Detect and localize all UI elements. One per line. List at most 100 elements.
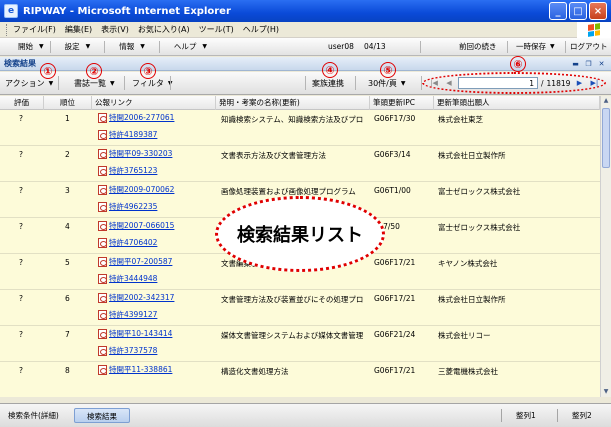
applicant-cell: 株式会社リコー: [438, 331, 491, 340]
status-bar: 検索条件(詳細) 検索結果 整列1 整列2: [0, 403, 611, 427]
panel-minimize-icon[interactable]: ▬: [570, 58, 581, 69]
column-header-link[interactable]: 公報リンク: [92, 96, 216, 110]
chevron-down-icon: ▼: [39, 43, 44, 50]
maximize-button[interactable]: □: [569, 2, 587, 20]
eval-cell[interactable]: ?: [19, 186, 23, 195]
eval-cell[interactable]: ?: [19, 258, 23, 267]
eval-cell[interactable]: ?: [19, 114, 23, 123]
eval-cell[interactable]: ?: [19, 222, 23, 231]
pub-link[interactable]: 特開平07-200587: [98, 256, 172, 267]
ipc-cell: G06F17/21: [374, 366, 416, 375]
patent-number-link[interactable]: 特許4399127: [109, 309, 157, 320]
tab-search-results[interactable]: 検索結果: [74, 408, 130, 423]
filter-menu-button[interactable]: フィルタ ▼: [132, 78, 172, 89]
continue-last-button[interactable]: 前回の続き: [459, 41, 497, 52]
help-menu-button[interactable]: ヘルプ ▼: [160, 40, 221, 54]
publication-link[interactable]: 特開2007-066015: [109, 220, 174, 231]
table-row[interactable]: ? 6 特開2002-342317 特許4399127 文書管理方法及び装置並びにその処…: [0, 290, 600, 326]
callout-6: ⑥: [510, 56, 526, 72]
sort1-button[interactable]: 整列1: [512, 408, 540, 423]
publication-link[interactable]: 特開2009-070062: [109, 184, 174, 195]
patent-link[interactable]: 特許3737578: [98, 345, 157, 356]
tab-search-conditions[interactable]: 検索条件(詳細): [4, 408, 63, 423]
patent-number-link[interactable]: 特許3765123: [109, 165, 157, 176]
publication-link[interactable]: 特開2002-342317: [109, 292, 174, 303]
pdf-icon: [98, 237, 107, 248]
pub-link[interactable]: 特開平09-330203: [98, 148, 172, 159]
table-row[interactable]: ? 1 特開2006-277061 特許4189387 知識検索システム、知識検索方法及…: [0, 110, 600, 146]
eval-cell[interactable]: ?: [19, 150, 23, 159]
settings-label: 設定: [64, 42, 80, 51]
patent-link[interactable]: 特許3444948: [98, 273, 157, 284]
family-link-button[interactable]: 案族連携: [312, 78, 344, 89]
menu-tools[interactable]: ツール(T): [199, 24, 234, 35]
column-header-rank[interactable]: 順位: [44, 96, 92, 110]
temp-save-button[interactable]: 一時保存 ▼: [516, 41, 555, 52]
applicant-cell: 株式会社日立製作所: [438, 295, 506, 304]
patent-link[interactable]: 特許4706402: [98, 237, 157, 248]
action-menu-button[interactable]: アクション ▼: [5, 78, 53, 89]
menu-view[interactable]: 表示(V): [101, 24, 129, 35]
table-row[interactable]: ? 8 特開平11-338861 構造化文書処理方法 G06F17/21 三菱電機株式会社: [0, 362, 600, 397]
pdf-icon: [98, 345, 107, 356]
vertical-scrollbar[interactable]: ▲ ▼: [600, 96, 611, 397]
patent-link[interactable]: 特許4962235: [98, 201, 157, 212]
panel-restore-icon[interactable]: ❐: [583, 58, 594, 69]
pub-link[interactable]: 特開平11-338861: [98, 364, 172, 375]
scroll-up-icon[interactable]: ▲: [601, 96, 611, 106]
menu-edit[interactable]: 編集(E): [65, 24, 92, 35]
scroll-down-icon[interactable]: ▼: [601, 387, 611, 397]
column-header-title[interactable]: 発明・考案の名称(更新): [216, 96, 370, 110]
patent-number-link[interactable]: 特許4189387: [109, 129, 157, 140]
start-menu-button[interactable]: 開始 ▼: [12, 40, 50, 54]
publication-link[interactable]: 特開平09-330203: [109, 148, 172, 159]
ie-icon: e: [4, 4, 18, 18]
menu-file[interactable]: ファイル(F): [13, 24, 56, 35]
table-row[interactable]: ? 7 特開平10-143414 特許3737578 媒体文書管理システムおよび媒体文書…: [0, 326, 600, 362]
info-menu-button[interactable]: 情報 ▼: [105, 40, 159, 54]
eval-cell[interactable]: ?: [19, 366, 23, 375]
publication-link[interactable]: 特開平11-338861: [109, 364, 172, 375]
pub-link[interactable]: 特開2009-070062: [98, 184, 174, 195]
settings-menu-button[interactable]: 設定 ▼: [51, 40, 105, 54]
applicant-cell: 株式会社東芝: [438, 115, 483, 124]
column-header-ipc[interactable]: 筆頭更新IPC: [370, 96, 434, 110]
title-cell: 構造化文書処理方法: [221, 367, 289, 376]
minimize-button[interactable]: _: [549, 2, 567, 20]
pub-link[interactable]: 特開2007-066015: [98, 220, 174, 231]
column-header-applicant[interactable]: 更新筆頭出願人: [434, 96, 600, 110]
panel-close-icon[interactable]: ✕: [596, 58, 607, 69]
pub-link[interactable]: 特開2006-277061: [98, 112, 174, 123]
pub-link[interactable]: 特開平10-143414: [98, 328, 172, 339]
bibliography-list-button[interactable]: 書誌一覧 ▼: [74, 78, 115, 89]
pub-link[interactable]: 特開2002-342317: [98, 292, 174, 303]
patent-number-link[interactable]: 特許3444948: [109, 273, 157, 284]
chevron-down-icon: ▼: [48, 80, 54, 87]
menu-help[interactable]: ヘルプ(H): [243, 24, 279, 35]
per-page-select[interactable]: 30件/頁 ▼: [368, 78, 406, 89]
patent-link[interactable]: 特許4399127: [98, 309, 157, 320]
publication-link[interactable]: 特開2006-277061: [109, 112, 174, 123]
scrollbar-thumb[interactable]: [602, 108, 610, 168]
column-header-eval[interactable]: 評価: [0, 96, 44, 110]
patent-link[interactable]: 特許3765123: [98, 165, 157, 176]
close-button[interactable]: ×: [589, 2, 607, 20]
eval-cell[interactable]: ?: [19, 330, 23, 339]
sort2-button[interactable]: 整列2: [568, 408, 596, 423]
results-grid-header: 評価 順位 公報リンク 発明・考案の名称(更新) 筆頭更新IPC 更新筆頭出願人: [0, 96, 600, 110]
rank-cell: 2: [65, 150, 70, 159]
publication-link[interactable]: 特開平07-200587: [109, 256, 172, 267]
patent-number-link[interactable]: 特許4962235: [109, 201, 157, 212]
publication-link[interactable]: 特開平10-143414: [109, 328, 172, 339]
callout-2: ②: [86, 63, 102, 79]
eval-cell[interactable]: ?: [19, 294, 23, 303]
status-divider: [501, 409, 502, 422]
patent-link[interactable]: 特許4189387: [98, 129, 157, 140]
menu-favorites[interactable]: お気に入り(A): [138, 24, 190, 35]
table-row[interactable]: ? 2 特開平09-330203 特許3765123 文書表示方法及び文書管理方法 G06…: [0, 146, 600, 182]
logout-button[interactable]: ログアウト: [570, 41, 608, 52]
window-title: RIPWAY - Microsoft Internet Explorer: [23, 5, 231, 17]
patent-number-link[interactable]: 特許4706402: [109, 237, 157, 248]
patent-number-link[interactable]: 特許3737578: [109, 345, 157, 356]
window-controls: _ □ ×: [549, 2, 607, 20]
